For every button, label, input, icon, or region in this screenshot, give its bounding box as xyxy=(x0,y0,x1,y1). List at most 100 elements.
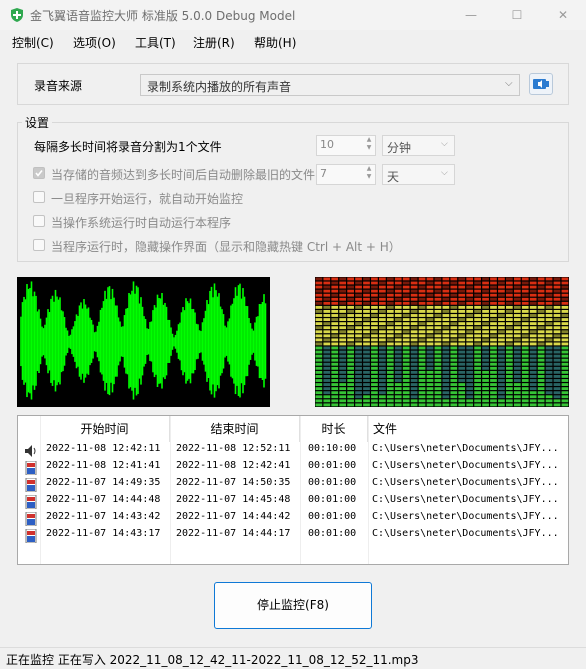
spectrum-cell xyxy=(561,399,569,403)
spectrum-cell xyxy=(323,338,331,342)
auto-delete-checkbox[interactable] xyxy=(33,167,45,179)
source-select[interactable]: 录制系统内播放的所有声音 xyxy=(140,74,520,96)
spectrum-cell xyxy=(331,293,339,297)
spectrum-cell xyxy=(442,403,450,407)
stop-monitor-button[interactable]: 停止监控(F8) xyxy=(214,582,372,629)
spectrum-cell xyxy=(371,383,378,386)
spectrum-cell xyxy=(561,281,569,285)
spectrum-cell xyxy=(553,370,561,374)
spectrum-cell xyxy=(450,358,458,362)
spectrum-cell xyxy=(379,305,386,309)
spectrum-cell xyxy=(355,289,362,293)
spectrum-cell xyxy=(545,281,553,285)
spectrum-cell xyxy=(331,391,339,395)
spectrum-cell xyxy=(434,305,442,309)
spectrum-cell xyxy=(537,366,545,370)
spectrum-cell xyxy=(331,305,339,309)
run-on-boot-checkbox[interactable] xyxy=(33,215,45,227)
spectrum-cell xyxy=(450,346,458,350)
spectrum-cell xyxy=(418,366,426,370)
spectrum-cell xyxy=(474,330,481,334)
spectrum-cell xyxy=(363,285,370,289)
split-interval-label: 每隔多长时间将录音分割为1个文件 xyxy=(34,140,222,154)
spectrum-cell xyxy=(553,293,561,297)
spectrum-cell xyxy=(561,338,569,342)
spectrum-cell xyxy=(474,375,481,378)
spectrum-cell xyxy=(339,281,347,285)
spectrum-cell xyxy=(371,277,378,281)
spectrum-cell xyxy=(450,395,458,399)
spectrum-cell xyxy=(529,362,537,366)
spectrum-cell xyxy=(450,375,458,378)
hide-ui-checkbox[interactable] xyxy=(33,239,45,251)
spectrum-cell xyxy=(545,391,553,395)
column-header-end[interactable]: 结束时间 xyxy=(170,416,300,442)
recordings-table[interactable]: 开始时间 结束时间 时长 文件 2022-11-08 12:42:11 2022-… xyxy=(17,415,569,565)
spectrum-cell xyxy=(450,334,458,338)
spectrum-cell xyxy=(434,354,442,358)
spectrum-cell xyxy=(529,281,537,285)
spectrum-cell xyxy=(561,354,569,358)
spectrum-cell xyxy=(561,326,569,330)
spectrum-cell xyxy=(482,277,489,281)
spectrum-cell xyxy=(331,281,339,285)
spectrum-cell xyxy=(355,350,362,354)
cell-duration: 00:01:00 xyxy=(308,511,357,522)
spectrum-cell xyxy=(545,375,553,378)
spectrum-cell xyxy=(363,399,370,403)
menu-tools[interactable]: 工具(T) xyxy=(135,34,176,51)
minimize-button[interactable]: — xyxy=(448,0,494,30)
menu-control[interactable]: 控制(C) xyxy=(12,34,54,51)
spectrum-cell xyxy=(561,301,569,305)
menu-register[interactable]: 注册(R) xyxy=(193,34,235,51)
spectrum-cell xyxy=(458,301,466,305)
spectrum-cell xyxy=(402,387,410,391)
spectrum-cell xyxy=(347,322,354,326)
spectrum-cell xyxy=(402,354,410,358)
spectrum-cell xyxy=(347,379,354,382)
spectrum-cell xyxy=(410,354,418,358)
keep-duration-spinner[interactable]: ▲ ▼ xyxy=(364,165,374,184)
column-header-start[interactable]: 开始时间 xyxy=(40,416,170,442)
audio-settings-button[interactable] xyxy=(529,73,553,95)
spectrum-cell xyxy=(490,285,497,289)
spectrum-cell xyxy=(426,289,434,293)
spectrum-cell xyxy=(402,395,410,399)
column-header-file[interactable]: 文件 xyxy=(368,416,568,442)
spectrum-cell xyxy=(466,314,474,317)
spectrum-cell xyxy=(434,370,442,374)
spectrum-cell xyxy=(458,395,466,399)
maximize-button[interactable]: ☐ xyxy=(494,0,540,30)
spectrum-cell xyxy=(442,383,450,386)
split-interval-spinner[interactable]: ▲ ▼ xyxy=(364,136,374,155)
spectrum-cell xyxy=(402,322,410,326)
menu-help[interactable]: 帮助(H) xyxy=(254,34,296,51)
split-unit-select[interactable]: 分钟 ⌵ xyxy=(382,135,455,156)
audio-file-icon xyxy=(24,460,38,476)
spectrum-cell xyxy=(474,346,481,350)
spectrum-cell xyxy=(426,399,434,403)
spectrum-cell xyxy=(315,354,323,358)
auto-start-checkbox[interactable] xyxy=(33,191,45,203)
spectrum-cell xyxy=(426,379,434,382)
spectrum-cell xyxy=(450,330,458,334)
spectrum-cell xyxy=(363,289,370,293)
spectrum-cell xyxy=(394,305,402,309)
keep-unit-select[interactable]: 天 ⌵ xyxy=(382,164,455,185)
close-button[interactable]: ✕ xyxy=(540,0,586,30)
spectrum-cell xyxy=(371,366,378,370)
spectrum-cell xyxy=(386,301,394,305)
spectrum-cell xyxy=(402,330,410,334)
spectrum-cell xyxy=(545,326,553,330)
spectrum-cell xyxy=(513,395,521,399)
column-header-duration[interactable]: 时长 xyxy=(300,416,368,442)
menu-options[interactable]: 选项(O) xyxy=(73,34,116,51)
spectrum-cell xyxy=(537,330,545,334)
settings-title: 设置 xyxy=(22,114,53,131)
spectrum-cell xyxy=(490,281,497,285)
spectrum-cell xyxy=(323,354,331,358)
spectrum-cell xyxy=(347,285,354,289)
cell-end: 2022-11-07 14:44:17 xyxy=(176,528,291,539)
spectrum-cell xyxy=(339,350,347,354)
spectrum-cell xyxy=(545,350,553,354)
